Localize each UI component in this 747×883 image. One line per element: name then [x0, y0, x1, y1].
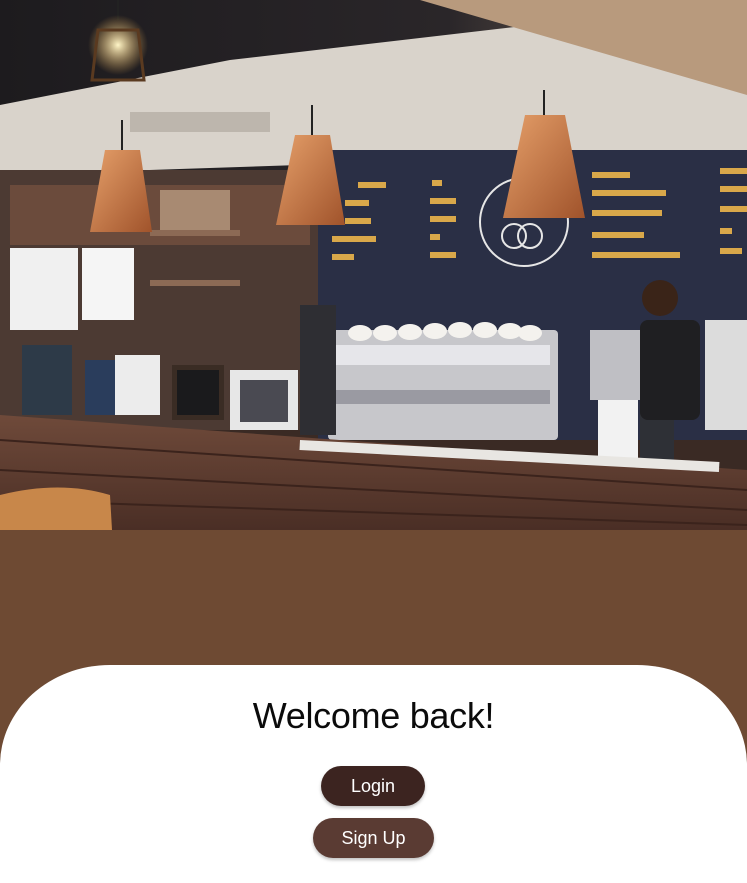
coffee-shop-photo: [0, 0, 747, 530]
sign-up-button[interactable]: Sign Up: [313, 818, 434, 858]
login-button[interactable]: Login: [321, 766, 425, 806]
welcome-title: Welcome back!: [252, 695, 495, 736]
hero-image: [0, 0, 747, 530]
